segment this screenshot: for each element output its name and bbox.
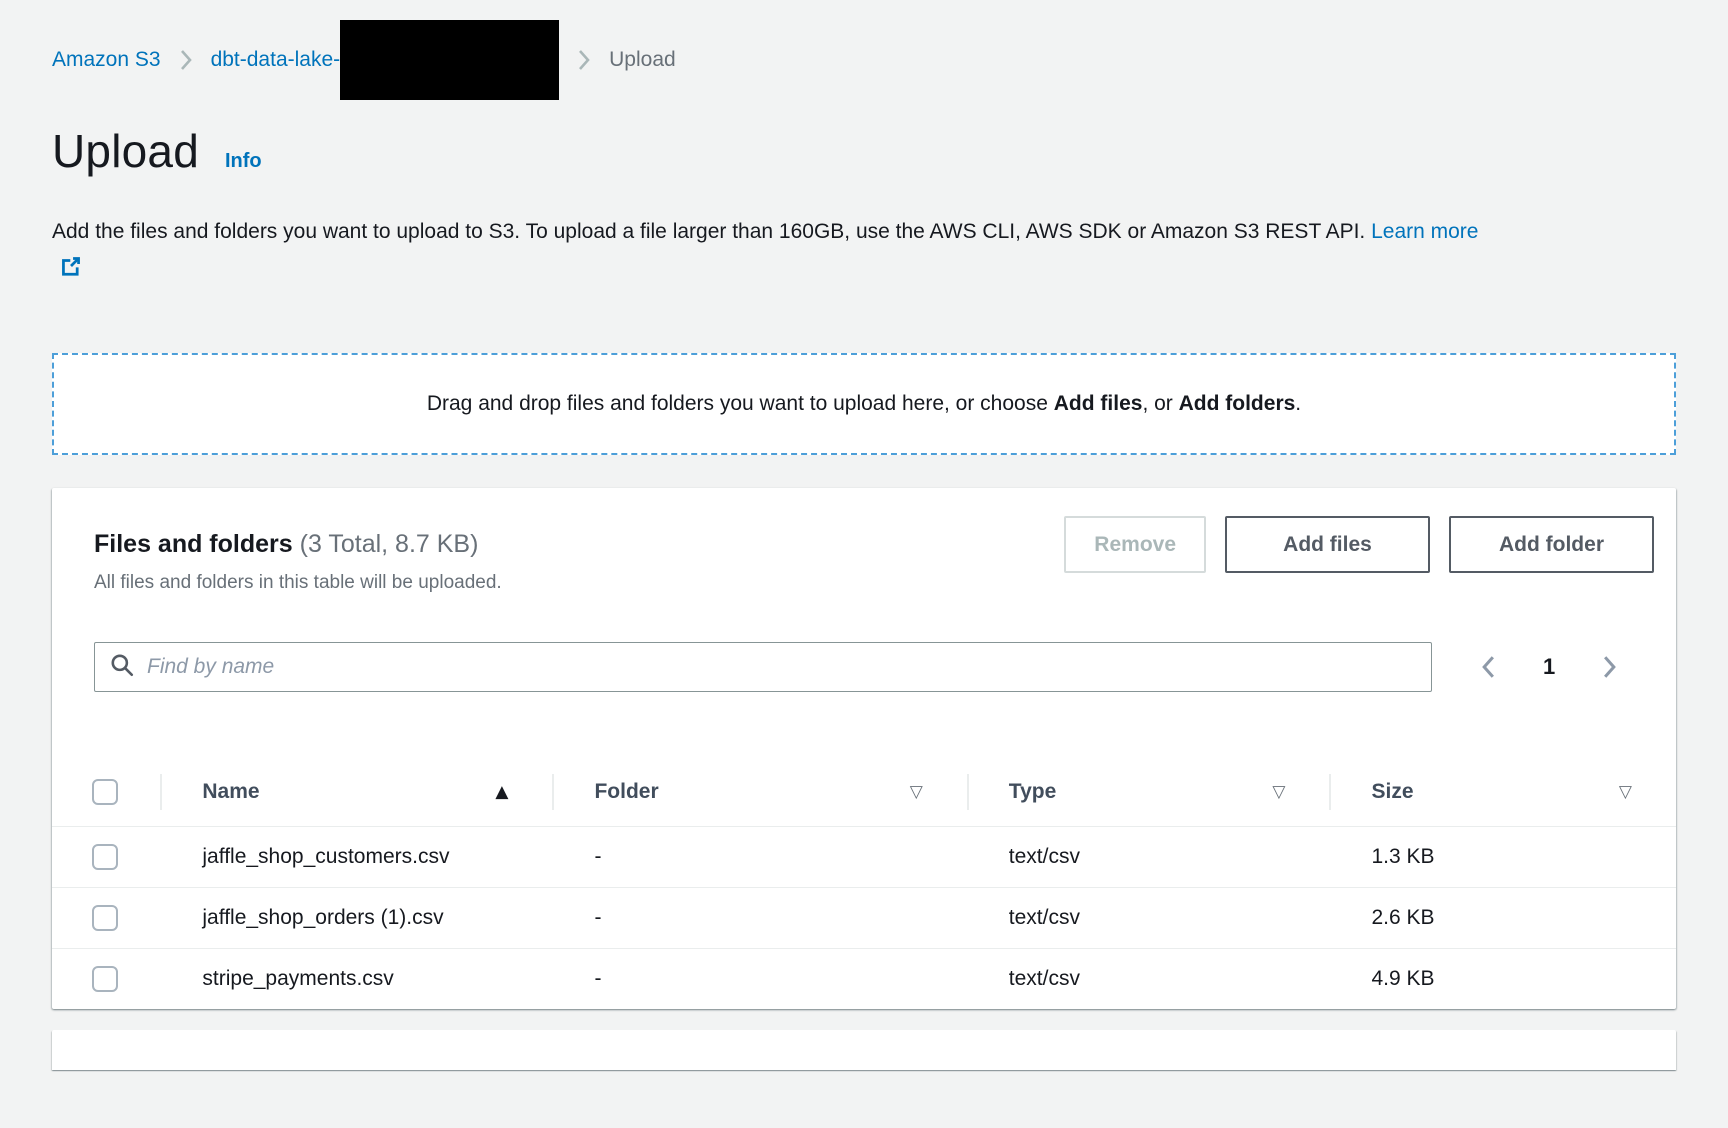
page-title: Upload [52, 124, 199, 178]
redacted-bucket-name [340, 20, 559, 100]
s3-upload-page: Amazon S3 dbt-data-lake- Upload Upload I… [0, 0, 1728, 1070]
breadcrumb-current-upload: Upload [609, 48, 676, 72]
description-text: Add the files and folders you want to up… [52, 220, 1365, 243]
info-link[interactable]: Info [225, 150, 262, 173]
search-box[interactable] [94, 642, 1432, 692]
file-name-cell: stripe_payments.csv [202, 962, 464, 996]
breadcrumb-amazon-s3[interactable]: Amazon S3 [52, 48, 161, 72]
sort-unsorted-icon[interactable]: ▽ [1272, 782, 1285, 802]
breadcrumb-bucket[interactable]: dbt-data-lake- [211, 48, 341, 72]
next-page-button[interactable] [1597, 650, 1622, 684]
column-header-size[interactable]: Size ▽ [1329, 758, 1676, 826]
file-name-cell: jaffle_shop_customers.csv [202, 840, 464, 874]
drag-and-drop-zone[interactable]: Drag and drop files and folders you want… [52, 353, 1676, 455]
sort-unsorted-icon[interactable]: ▽ [910, 782, 923, 802]
column-header-folder[interactable]: Folder ▽ [552, 758, 966, 826]
sort-unsorted-icon[interactable]: ▽ [1619, 782, 1632, 802]
search-icon [109, 652, 135, 683]
panel-title-text: Files and folders [94, 530, 293, 558]
title-row: Upload Info [52, 124, 1676, 178]
panel-title-block: Files and folders (3 Total, 8.7 KB) All … [94, 528, 502, 594]
file-size-cell: 2.6 KB [1329, 887, 1676, 948]
chevron-right-icon [577, 48, 591, 72]
search-input[interactable] [147, 655, 1417, 679]
panel-subtitle: All files and folders in this table will… [94, 572, 502, 594]
file-size-cell: 4.9 KB [1329, 948, 1676, 1009]
panel-header: Files and folders (3 Total, 8.7 KB) All … [52, 528, 1676, 594]
file-type-cell: text/csv [967, 948, 1330, 1009]
learn-more-link[interactable]: Learn more [1371, 220, 1478, 243]
panel-title: Files and folders (3 Total, 8.7 KB) [94, 528, 502, 560]
table-row[interactable]: jaffle_shop_orders (1).csv - text/csv 2.… [52, 887, 1676, 948]
file-folder-cell: - [552, 948, 966, 1009]
search-row: 1 [52, 642, 1676, 692]
table-header-row: Name ▲ Folder ▽ Type ▽ [52, 758, 1676, 826]
column-header-name[interactable]: Name ▲ [160, 758, 552, 826]
table-row[interactable]: jaffle_shop_customers.csv - text/csv 1.3… [52, 826, 1676, 887]
chevron-right-icon [179, 48, 193, 72]
previous-page-button[interactable] [1476, 650, 1501, 684]
file-folder-cell: - [552, 826, 966, 887]
file-type-cell: text/csv [967, 887, 1330, 948]
current-page-number[interactable]: 1 [1543, 654, 1555, 680]
dropzone-text: Drag and drop files and folders you want… [427, 392, 1301, 416]
file-name-cell: jaffle_shop_orders (1).csv [202, 901, 464, 935]
column-header-type[interactable]: Type ▽ [967, 758, 1330, 826]
row-checkbox[interactable] [92, 844, 118, 870]
external-link-icon [60, 253, 82, 289]
file-folder-cell: - [552, 887, 966, 948]
panel-actions: Remove Add files Add folder [1064, 516, 1654, 573]
file-type-cell: text/csv [967, 826, 1330, 887]
sort-ascending-icon[interactable]: ▲ [495, 782, 508, 802]
breadcrumb: Amazon S3 dbt-data-lake- Upload [52, 40, 1676, 80]
pagination: 1 [1476, 650, 1630, 684]
add-folder-button[interactable]: Add folder [1449, 516, 1654, 573]
files-table: Name ▲ Folder ▽ Type ▽ [52, 758, 1676, 1009]
row-checkbox[interactable] [92, 905, 118, 931]
table-row[interactable]: stripe_payments.csv - text/csv 4.9 KB [52, 948, 1676, 1009]
files-and-folders-panel: Files and folders (3 Total, 8.7 KB) All … [52, 488, 1676, 1009]
file-size-cell: 1.3 KB [1329, 826, 1676, 887]
files-table-body: jaffle_shop_customers.csv - text/csv 1.3… [52, 826, 1676, 1009]
next-section-card-edge [52, 1030, 1676, 1070]
remove-button[interactable]: Remove [1064, 516, 1206, 573]
add-files-button[interactable]: Add files [1225, 516, 1430, 573]
panel-count-summary: (3 Total, 8.7 KB) [300, 530, 479, 558]
page-description: Add the files and folders you want to up… [52, 214, 1504, 289]
select-all-checkbox[interactable] [92, 779, 118, 805]
row-checkbox[interactable] [92, 966, 118, 992]
